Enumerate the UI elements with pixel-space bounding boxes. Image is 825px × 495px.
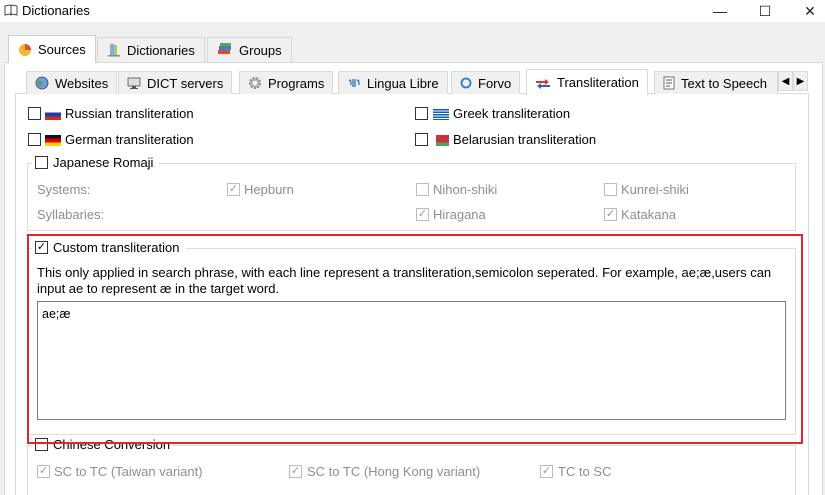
gear-icon (249, 77, 261, 89)
hepburn-checkbox[interactable]: ✓ (227, 183, 240, 196)
russia-flag-icon (45, 109, 61, 120)
tab-dict-servers[interactable]: DICT servers (118, 71, 233, 94)
tab-groups[interactable]: Groups (207, 37, 292, 62)
tab-lingua-libre[interactable]: Lingua Libre (338, 71, 448, 94)
tab-transliteration[interactable]: Transliteration (526, 69, 648, 95)
tc-to-sc-label: TC to SC (558, 464, 612, 479)
globe-icon (35, 76, 49, 90)
japanese-romaji-checkbox[interactable] (35, 156, 48, 169)
syllabaries-label: Syllabaries: (37, 207, 105, 222)
japanese-romaji-group (27, 163, 796, 231)
hepburn-label: Hepburn (244, 182, 294, 197)
tab-text-to-speech[interactable]: Text to Speech (654, 71, 778, 94)
tab-scroll-left-button[interactable]: ◀ (778, 71, 793, 91)
katakana-label: Katakana (621, 207, 676, 222)
tab-forvo[interactable]: Forvo (451, 71, 521, 94)
sources-icon (19, 43, 31, 56)
nihon-shiki-label: Nihon-shiki (433, 182, 498, 197)
belarusian-label: Belarusian transliteration (453, 132, 597, 147)
dictionaries-icon (108, 44, 120, 57)
tab-scroll-arrows: ◀ ▶ (778, 71, 808, 91)
window-title: Dictionaries (22, 3, 90, 18)
tab-sources-label: Sources (38, 42, 86, 57)
tab-groups-label: Groups (239, 42, 282, 58)
germany-flag-icon (45, 135, 61, 146)
systems-label: Systems: (37, 182, 91, 197)
greek-label: Greek transliteration (453, 106, 571, 121)
russian-label: Russian transliteration (65, 106, 194, 121)
maximize-button[interactable]: ☐ (747, 0, 783, 22)
tab-scroll-right-button[interactable]: ▶ (793, 71, 808, 91)
japanese-romaji-label: Japanese Romaji (53, 155, 154, 170)
katakana-checkbox[interactable]: ✓ (604, 208, 617, 221)
belarusian-checkbox[interactable] (415, 133, 428, 146)
kunrei-shiki-checkbox[interactable] (604, 183, 617, 196)
german-checkbox[interactable] (28, 133, 41, 146)
tab-dictionaries-label: Dictionaries (127, 42, 195, 58)
greek-checkbox[interactable] (415, 107, 428, 120)
sc-to-tc-taiwan-label: SC to TC (Taiwan variant) (54, 464, 203, 479)
hiragana-label: Hiragana (433, 207, 486, 222)
hiragana-checkbox[interactable]: ✓ (416, 208, 429, 221)
tab-forvo-label: Forvo (478, 75, 512, 91)
tc-to-sc-checkbox[interactable]: ✓ (540, 465, 553, 478)
nihon-shiki-checkbox[interactable] (416, 183, 429, 196)
greece-flag-icon (433, 109, 449, 120)
tab-dict-servers-label: DICT servers (147, 75, 224, 91)
close-button[interactable]: ✕ (792, 0, 825, 22)
tab-sources[interactable]: Sources (8, 35, 96, 63)
german-label: German transliteration (65, 132, 194, 147)
transliteration-icon (536, 78, 550, 89)
dictionary-app-icon (4, 4, 18, 16)
minimize-button[interactable]: — (702, 0, 738, 22)
russian-checkbox[interactable] (28, 107, 41, 120)
belarus-flag-icon (433, 135, 449, 146)
tab-websites[interactable]: Websites (26, 71, 118, 94)
groups-icon (218, 43, 231, 54)
lingua-libre-icon (348, 79, 360, 87)
tab-programs[interactable]: Programs (239, 71, 334, 94)
sc-to-tc-hk-label: SC to TC (Hong Kong variant) (307, 464, 481, 479)
sc-to-tc-hk-checkbox[interactable]: ✓ (289, 465, 302, 478)
tab-websites-label: Websites (55, 75, 109, 91)
tab-text-to-speech-label: Text to Speech (681, 75, 767, 91)
kunrei-shiki-label: Kunrei-shiki (621, 182, 689, 197)
sc-to-tc-taiwan-checkbox[interactable]: ✓ (37, 465, 50, 478)
tab-lingua-libre-label: Lingua Libre (367, 75, 439, 91)
highlight-box (27, 234, 803, 444)
dict-server-icon (127, 77, 141, 89)
text-to-speech-icon (663, 76, 675, 90)
tab-dictionaries[interactable]: Dictionaries (97, 37, 205, 62)
forvo-icon (460, 77, 472, 89)
tab-transliteration-label: Transliteration (557, 75, 639, 90)
tab-programs-label: Programs (268, 75, 325, 91)
